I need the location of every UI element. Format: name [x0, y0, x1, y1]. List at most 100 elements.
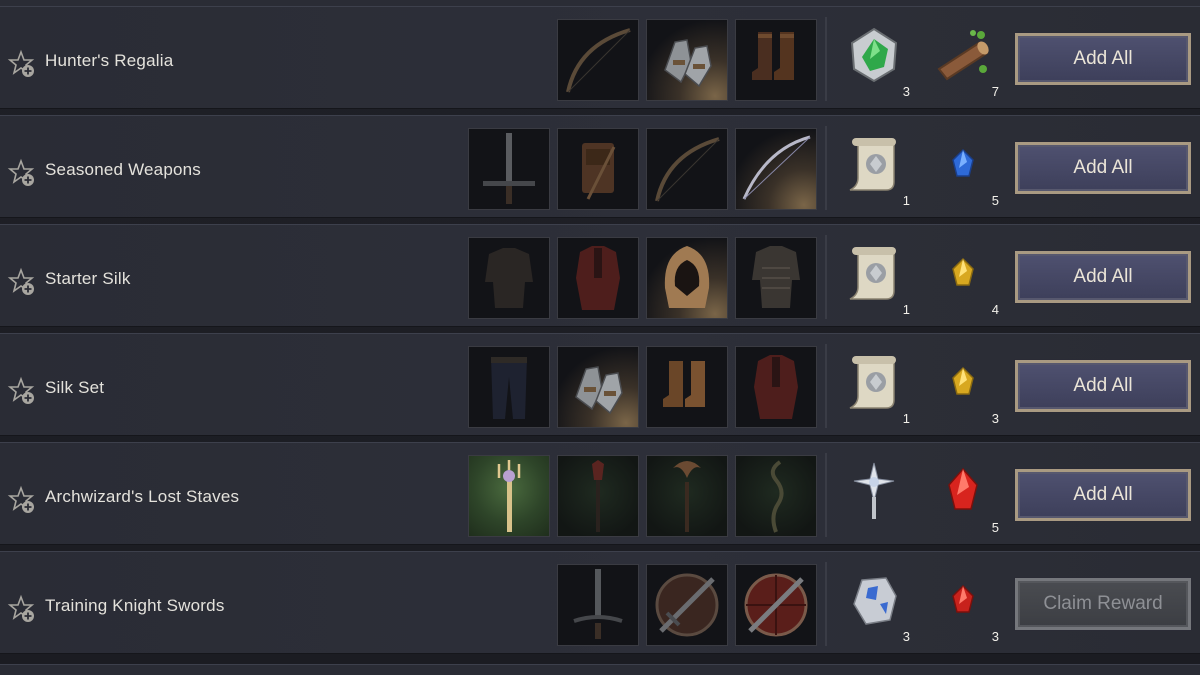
item-slot-gauntlets[interactable] — [646, 19, 728, 101]
reward-slot[interactable]: 3 — [834, 564, 914, 646]
item-slot-bow[interactable] — [557, 19, 639, 101]
longbow-icon — [742, 135, 811, 200]
item-slot-dark-staff[interactable] — [557, 455, 639, 537]
scroll-icon — [849, 356, 896, 409]
reward-quantity: 1 — [902, 302, 910, 317]
gauntlets-icon — [575, 366, 623, 415]
collection-row-archwizards-lost-staves: Archwizard's Lost Staves 5 Add All — [0, 442, 1200, 545]
item-slot-hood[interactable] — [646, 237, 728, 319]
row-divider — [825, 562, 827, 646]
red-crystal-icon — [952, 584, 974, 613]
crescent-staff-icon — [673, 461, 701, 532]
bow-icon — [655, 137, 720, 202]
item-slot-satchel-crossbow[interactable] — [557, 128, 639, 210]
row-title: Archwizard's Lost Staves — [45, 487, 240, 506]
row-divider — [825, 344, 827, 428]
collection-row-seasoned-weapons: Seasoned Weapons 1 5 Add All — [0, 115, 1200, 218]
reward-slot[interactable]: 3 — [923, 346, 1003, 428]
reward-quantity: 1 — [902, 193, 910, 208]
row-divider — [825, 453, 827, 537]
sword-icon — [573, 569, 623, 639]
item-slot-golden-staff[interactable] — [468, 455, 550, 537]
wood-log-icon — [937, 30, 989, 81]
reward-slot[interactable]: 5 — [923, 455, 1003, 537]
dark-staff-icon — [592, 460, 604, 532]
item-slot-gauntlets[interactable] — [557, 346, 639, 428]
item-slot-chainmail[interactable] — [735, 237, 817, 319]
reward-quantity: 3 — [991, 629, 999, 644]
item-slot-greatsword[interactable] — [468, 128, 550, 210]
row-title: Starter Silk — [45, 269, 131, 288]
red-crystal-icon — [948, 467, 978, 510]
favorite-star-add-icon[interactable] — [7, 49, 37, 79]
row-divider — [825, 17, 827, 101]
favorite-star-add-icon[interactable] — [7, 376, 37, 406]
item-slot-dark-armor[interactable] — [468, 237, 550, 319]
hood-icon — [664, 246, 710, 308]
trousers-icon — [491, 357, 527, 419]
reward-slot[interactable]: 1 — [834, 237, 914, 319]
item-slot-twisted-staff[interactable] — [735, 455, 817, 537]
collection-row-hunters-regalia: Hunter's Regalia 3 7 Add All — [0, 6, 1200, 109]
reward-slot[interactable]: 4 — [923, 237, 1003, 319]
item-slot-boots[interactable] — [646, 346, 728, 428]
favorite-star-add-icon[interactable] — [7, 158, 37, 188]
favorite-star-add-icon[interactable] — [7, 485, 37, 515]
add-all-button[interactable]: Add All — [1014, 359, 1192, 413]
item-slot-sword-shield[interactable] — [646, 564, 728, 646]
item-slot-boots[interactable] — [735, 19, 817, 101]
reward-slot[interactable]: 1 — [834, 346, 914, 428]
blue-crystal-icon — [952, 148, 974, 177]
collection-row-silk-set: Silk Set 1 3 Add All — [0, 333, 1200, 436]
item-slot-red-robe[interactable] — [557, 237, 639, 319]
reward-slot[interactable]: 7 — [923, 19, 1003, 101]
yellow-crystal-icon — [952, 366, 974, 395]
red-robe-icon — [754, 355, 798, 419]
row-title: Training Knight Swords — [45, 596, 225, 615]
chainmail-icon — [752, 246, 800, 308]
add-all-button[interactable]: Add All — [1014, 468, 1192, 522]
reward-quantity: 1 — [902, 411, 910, 426]
golden-staff-icon — [497, 460, 521, 532]
satchel-crossbow-icon — [582, 143, 616, 200]
green-gem-icon — [850, 27, 898, 83]
boots-icon — [752, 32, 794, 80]
scroll-icon — [849, 247, 896, 300]
reward-quantity: 5 — [991, 193, 999, 208]
reward-quantity: 5 — [991, 520, 999, 535]
twisted-staff-icon — [770, 460, 784, 533]
row-divider — [825, 126, 827, 210]
star-scepter-icon — [853, 462, 895, 519]
item-slot-sword-shield-red[interactable] — [735, 564, 817, 646]
scroll-icon — [849, 138, 896, 191]
item-slot-crescent-staff[interactable] — [646, 455, 728, 537]
reward-slot[interactable]: 5 — [923, 128, 1003, 210]
add-all-button[interactable]: Add All — [1014, 250, 1192, 304]
collection-row-training-knight-swords: Training Knight Swords 3 3 Claim Reward — [0, 551, 1200, 654]
item-slot-bow[interactable] — [646, 128, 728, 210]
item-slot-red-robe[interactable] — [735, 346, 817, 428]
item-slot-longbow[interactable] — [735, 128, 817, 210]
favorite-star-add-icon[interactable] — [7, 267, 37, 297]
reward-quantity: 3 — [902, 84, 910, 99]
favorite-star-add-icon[interactable] — [7, 594, 37, 624]
bow-icon — [566, 28, 631, 93]
claim-reward-button[interactable]: Claim Reward — [1014, 577, 1192, 631]
reward-slot[interactable]: 3 — [923, 564, 1003, 646]
item-slot-trousers[interactable] — [468, 346, 550, 428]
boots-icon — [663, 361, 705, 407]
row-divider — [825, 235, 827, 319]
collection-list: Hunter's Regalia 3 7 Add All Seasoned We… — [0, 0, 1200, 675]
reward-slot[interactable]: 3 — [834, 19, 914, 101]
ore-icon — [853, 577, 897, 625]
red-robe-icon — [576, 246, 620, 310]
item-slot-sword[interactable] — [557, 564, 639, 646]
yellow-crystal-icon — [952, 257, 974, 286]
reward-slot[interactable]: 1 — [834, 128, 914, 210]
row-title: Hunter's Regalia — [45, 51, 174, 70]
add-all-button[interactable]: Add All — [1014, 32, 1192, 86]
reward-slot[interactable] — [834, 455, 914, 537]
greatsword-icon — [483, 133, 535, 204]
add-all-button[interactable]: Add All — [1014, 141, 1192, 195]
reward-quantity: 7 — [991, 84, 999, 99]
